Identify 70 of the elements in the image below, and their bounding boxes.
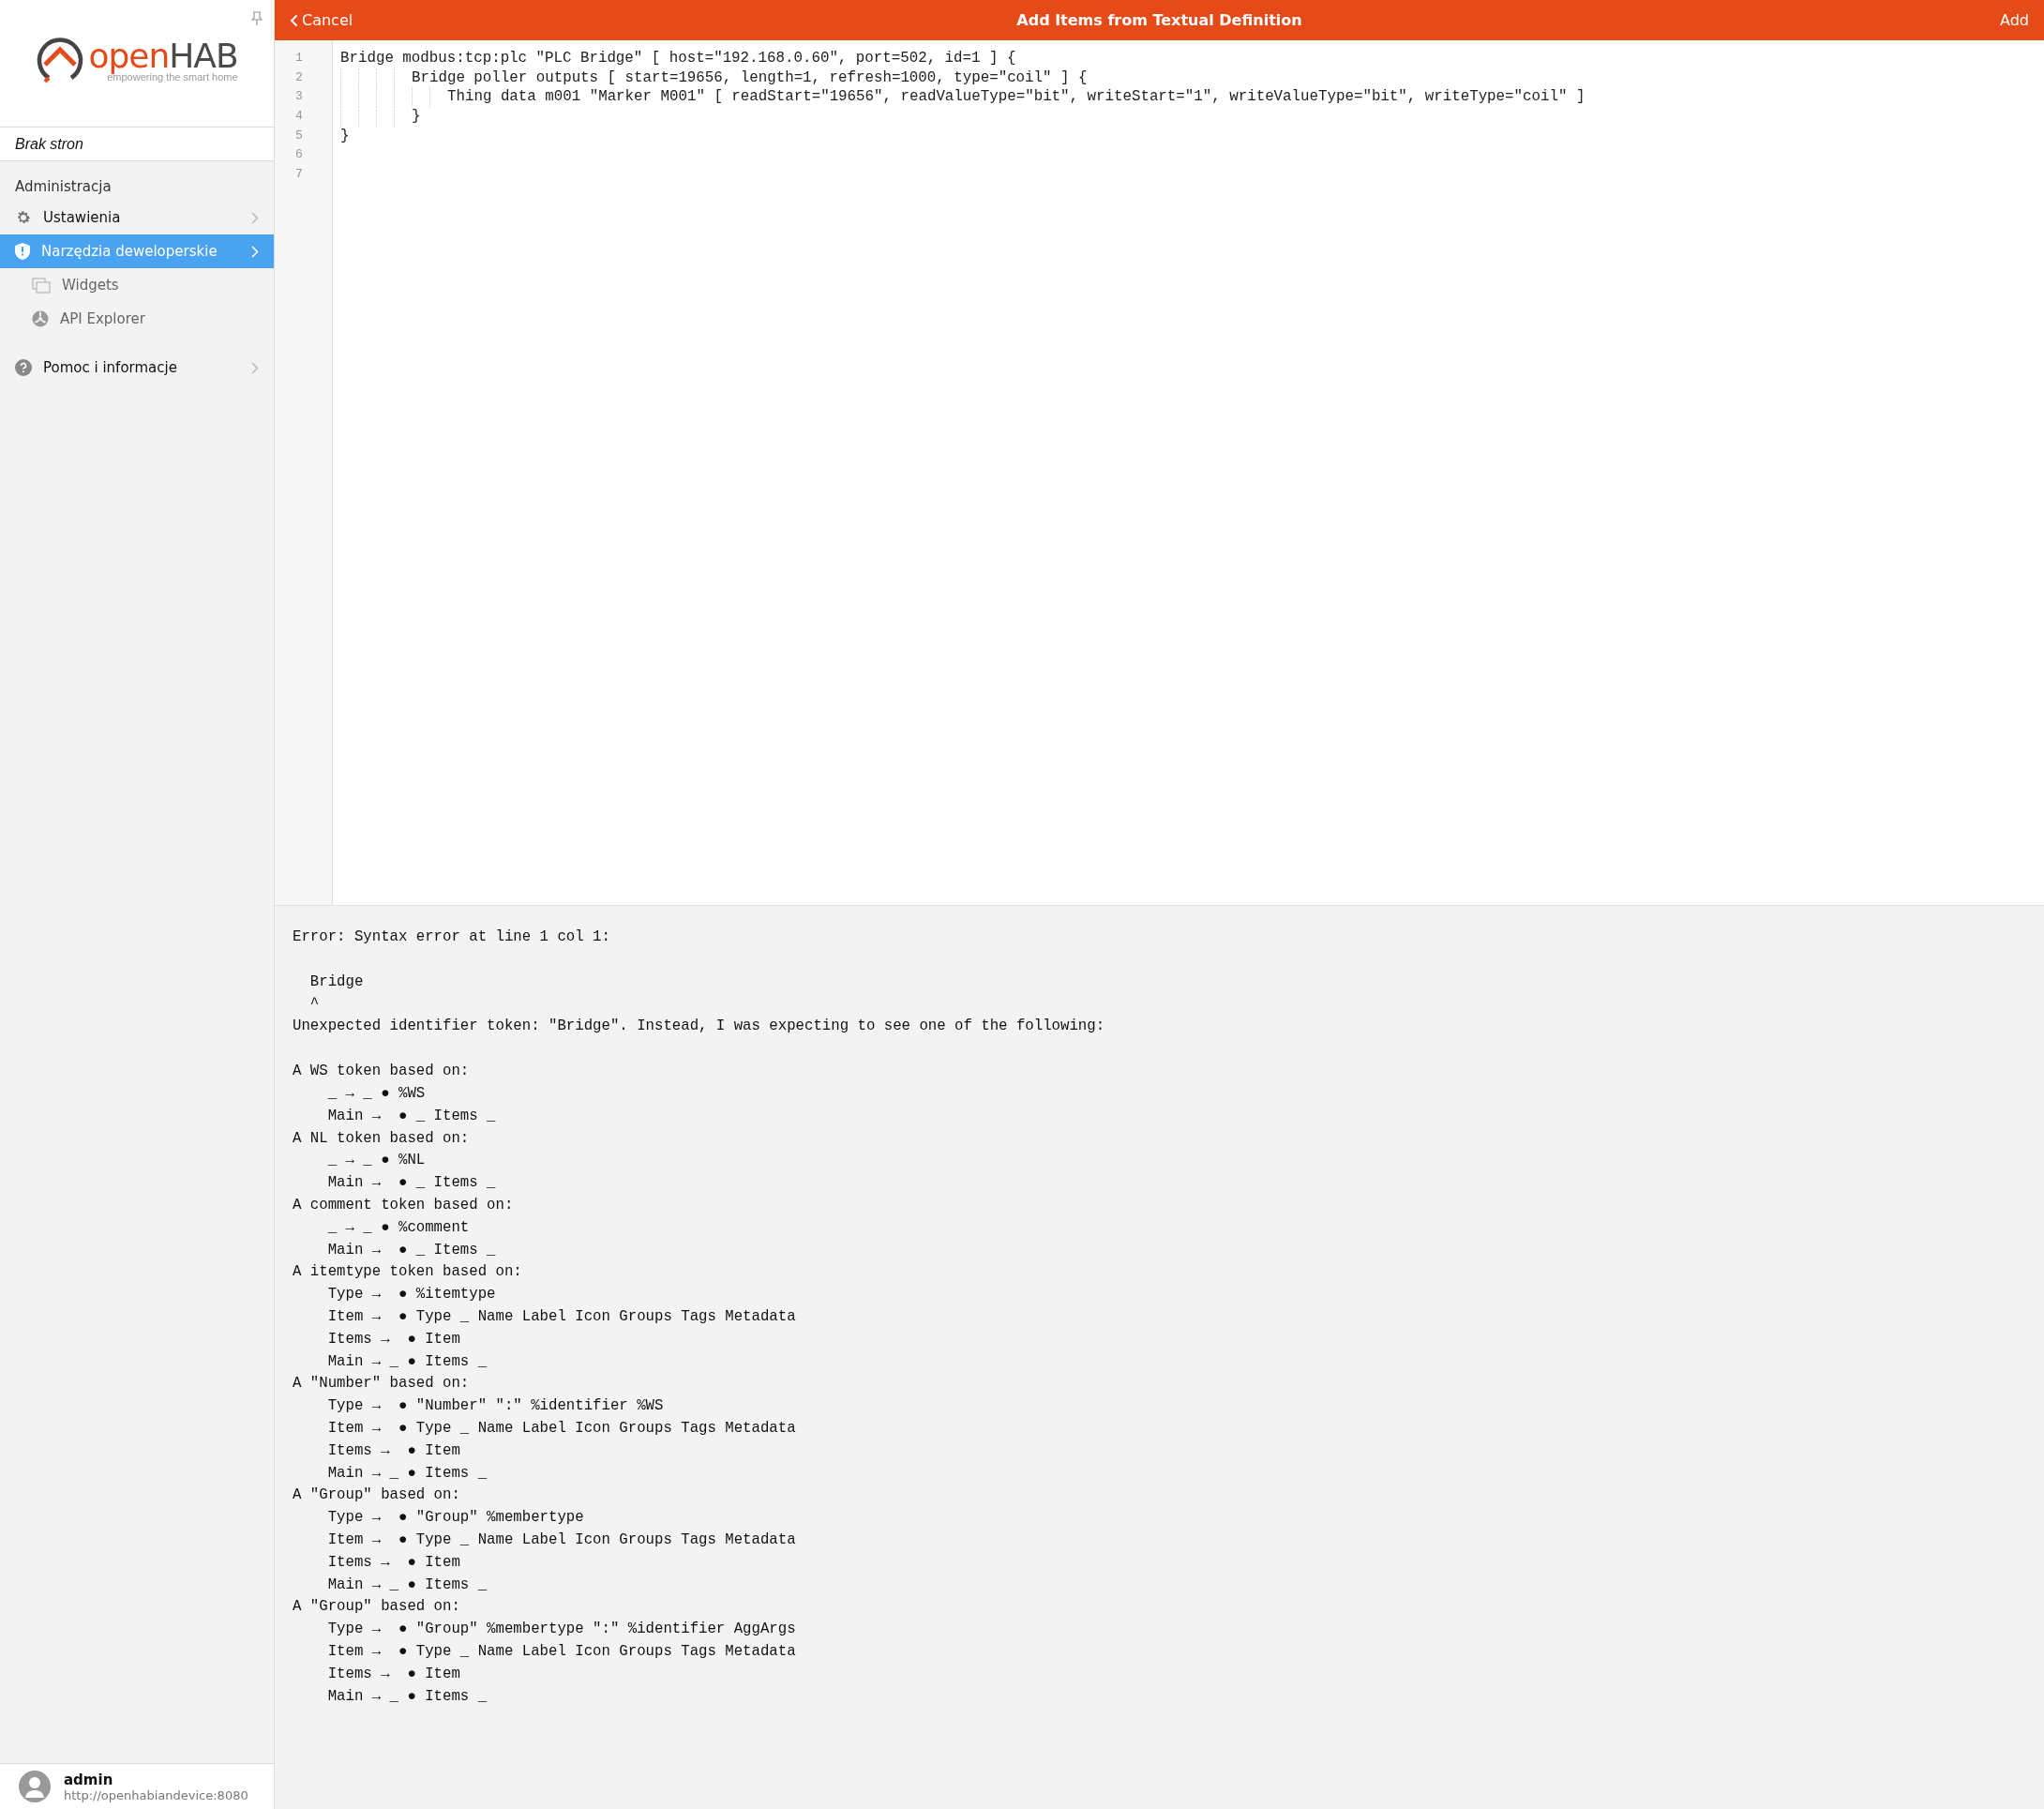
error-line: Type → ● "Group" %membertype ":" %identifier AggArgs — [326, 1620, 797, 1640]
logo-icon — [36, 36, 85, 85]
chevron-right-icon — [251, 361, 259, 374]
error-line: Items → ● Item — [326, 1664, 461, 1684]
cancel-link[interactable]: Cancel — [290, 11, 402, 29]
line-number: 1 — [294, 50, 304, 67]
settings-icon — [15, 209, 32, 226]
error-line: A "Number" based on: — [293, 1374, 471, 1394]
error-line: Items → ● Item — [326, 1552, 461, 1573]
error-line: ^ — [308, 994, 321, 1015]
error-line: Items → ● Item — [326, 1329, 461, 1349]
page-title: Add Items from Textual Definition — [1015, 11, 1303, 29]
error-line: A WS token based on: — [293, 1062, 471, 1082]
error-line: Error: Syntax error at line 1 col 1: — [293, 927, 611, 947]
line-number: 5 — [294, 127, 304, 144]
section-title: Administracja — [14, 177, 113, 197]
chevron-right-icon — [251, 211, 259, 224]
error-line: Item → ● Type _ Name Label Icon Groups Tags Metadata — [326, 1418, 797, 1439]
error-line: A comment token based on: — [293, 1195, 515, 1215]
error-line: Main → ● _ Items _ — [326, 1106, 497, 1126]
code-line: } — [412, 107, 421, 127]
error-line: Bridge — [308, 972, 365, 992]
line-number: 7 — [294, 166, 304, 184]
error-line: Main → _ ● Items _ — [326, 1575, 488, 1595]
error-line: _ → _ ● %WS — [326, 1084, 427, 1104]
error-line: Item → ● Type _ Name Label Icon Groups Tags Metadata — [326, 1530, 797, 1550]
sidebar-item[interactable]: Ustawienia — [0, 201, 274, 234]
code-line: } — [340, 126, 350, 146]
error-line: Main → ● _ Items _ — [326, 1240, 497, 1260]
sidebar-item[interactable]: Narzędzia deweloperskie — [0, 234, 274, 268]
line-number: 3 — [294, 88, 304, 106]
logo-text: openHAB — [88, 38, 238, 74]
error-line: Main → _ ● Items _ — [326, 1463, 488, 1484]
radiation-icon — [32, 310, 49, 327]
error-line: Item → ● Type _ Name Label Icon Groups Tags Metadata — [326, 1306, 797, 1327]
line-number: 2 — [294, 68, 304, 86]
error-line: Type → ● "Group" %membertype — [326, 1508, 585, 1529]
error-line: A itemtype token based on: — [293, 1262, 523, 1283]
error-line: A NL token based on: — [293, 1128, 471, 1149]
help-icon — [15, 359, 32, 376]
add-link[interactable]: Add — [1916, 11, 2029, 29]
error-line: Unexpected identifier token: "Bridge". Instead, I was expecting to see one of the following: — [293, 1017, 1106, 1037]
error-line: Items → ● Item — [326, 1440, 461, 1461]
sidebar-subitem[interactable]: API Explorer — [0, 302, 274, 336]
chevron-right-icon — [251, 245, 259, 258]
error-line: _ → _ ● %NL — [326, 1151, 427, 1171]
code-line: Thing data m001 "Marker M001" [ readStart="19656", readValueType="bit", writeStart="1", writeValueType="bit", writeType="coil" ] — [447, 87, 1586, 108]
error-line: Main → _ ● Items _ — [326, 1686, 488, 1707]
pages-note: Brak stron — [0, 128, 274, 161]
server-address: http://openhabiandevice:8080 — [64, 1787, 248, 1802]
error-line: Main → ● _ Items _ — [326, 1173, 497, 1194]
error-line: A "Group" based on: — [293, 1597, 461, 1618]
code-line: Bridge poller outputs [ start=19656, length=1, refresh=1000, type="coil" ] { — [412, 68, 1088, 88]
error-line: Main → _ ● Items _ — [326, 1351, 488, 1372]
shield-icon — [15, 243, 30, 260]
code-line: Bridge modbus:tcp:plc "PLC Bridge" [ host="192.168.0.60", port=502, id=1 ] { — [340, 49, 1016, 68]
error-line: Type → ● %itemtype — [326, 1285, 497, 1305]
sidebar-item[interactable]: Pomoc i informacje — [0, 351, 274, 384]
windows-icon — [32, 277, 51, 294]
line-number: 6 — [294, 146, 304, 164]
error-line: _ → _ ● %comment — [326, 1217, 471, 1238]
error-line: Item → ● Type _ Name Label Icon Groups Tags Metadata — [326, 1641, 797, 1662]
user-name: admin — [64, 1771, 114, 1788]
line-number: 4 — [294, 108, 304, 126]
sidebar-subitem[interactable]: Widgets — [0, 268, 274, 302]
user-avatar-icon — [19, 1771, 51, 1802]
pin-icon[interactable] — [251, 11, 263, 26]
chevron-left-icon — [290, 13, 298, 27]
error-line: A "Group" based on: — [293, 1485, 461, 1506]
error-line: Type → ● "Number" ":" %identifier %WS — [326, 1396, 665, 1417]
